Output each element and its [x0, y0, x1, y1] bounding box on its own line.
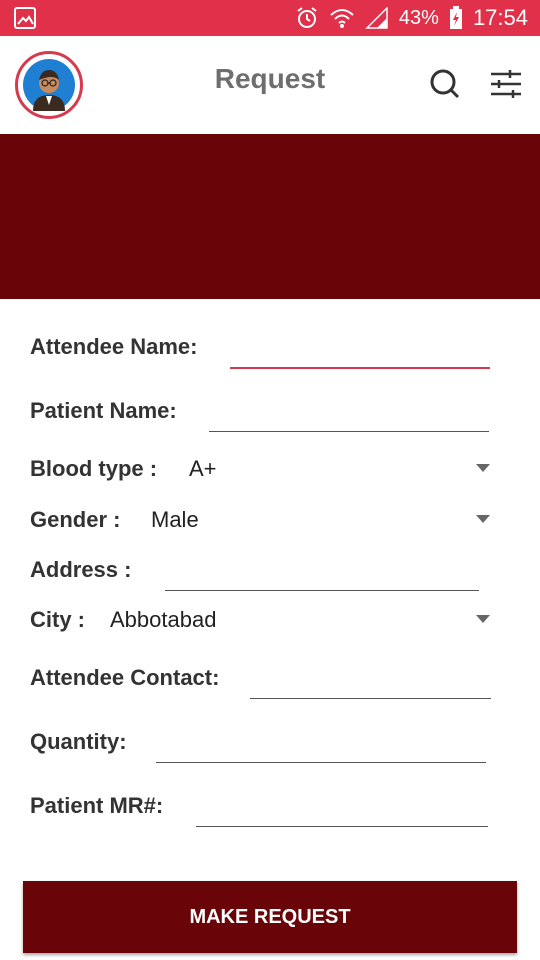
gender-label: Gender : — [30, 507, 121, 532]
attendee-name-row: Attendee Name: — [30, 327, 490, 369]
battery-percent: 43% — [398, 6, 439, 29]
patient-mr-field[interactable] — [196, 788, 488, 827]
clock: 17:54 — [472, 5, 528, 30]
blood-type-dropdown-icon[interactable] — [476, 464, 490, 472]
wifi-icon — [330, 9, 354, 28]
quantity-row: Quantity: — [30, 722, 490, 763]
attendee-name-field[interactable] — [230, 329, 490, 369]
attendee-contact-row: Attendee Contact: — [30, 658, 491, 699]
status-bar: 43% 17:54 — [0, 0, 540, 36]
gender-row[interactable]: Gender : Male — [30, 500, 490, 540]
address-row: Address : — [30, 550, 490, 591]
blood-type-label: Blood type : — [30, 456, 158, 481]
city-label: City : — [30, 607, 85, 632]
patient-mr-row: Patient MR#: — [30, 786, 490, 827]
patient-mr-label: Patient MR#: — [30, 793, 164, 818]
search-icon[interactable] — [427, 66, 463, 102]
city-dropdown-icon[interactable] — [476, 615, 490, 623]
gender-dropdown-icon[interactable] — [476, 515, 490, 523]
attendee-name-label: Attendee Name: — [30, 334, 198, 359]
signal-icon — [365, 7, 388, 29]
patient-name-label: Patient Name: — [30, 398, 177, 423]
quantity-field[interactable] — [156, 724, 486, 763]
address-label: Address : — [30, 557, 132, 582]
blood-type-row[interactable]: Blood type : A+ — [30, 449, 490, 489]
blood-type-select[interactable]: A+ — [189, 449, 217, 489]
gallery-icon — [14, 7, 36, 29]
header-banner — [0, 134, 540, 299]
patient-name-field[interactable] — [209, 393, 489, 432]
address-field[interactable] — [165, 552, 479, 591]
patient-name-row: Patient Name: — [30, 391, 490, 432]
app-bar: Request — [0, 36, 540, 132]
city-select[interactable]: Abbotabad — [110, 600, 216, 640]
gender-select[interactable]: Male — [151, 500, 199, 540]
quantity-label: Quantity: — [30, 729, 127, 754]
attendee-contact-label: Attendee Contact: — [30, 665, 220, 690]
attendee-contact-field[interactable] — [250, 660, 491, 699]
make-request-button[interactable]: MAKE REQUEST — [23, 881, 517, 953]
filter-icon[interactable] — [488, 66, 524, 102]
battery-charging-icon — [449, 6, 462, 29]
alarm-icon — [297, 7, 317, 28]
city-row[interactable]: City : Abbotabad — [30, 600, 490, 640]
